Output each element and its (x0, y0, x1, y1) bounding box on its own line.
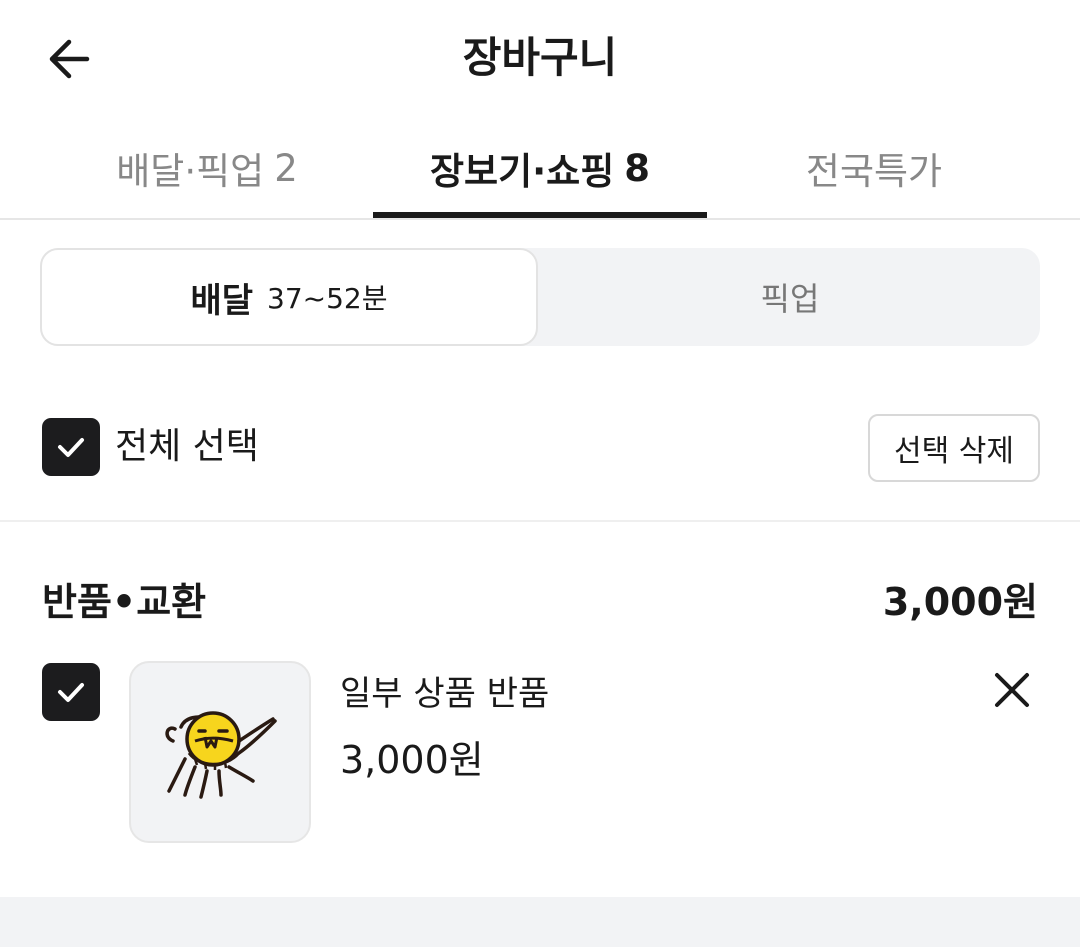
item-name: 일부 상품 반품 (340, 674, 550, 714)
delivery-mode-toggle: 배달 37~52분 픽업 (40, 248, 1040, 346)
remove-item-button[interactable] (986, 664, 1038, 716)
select-all-checkbox[interactable] (42, 418, 100, 476)
delivery-label: 배달 (190, 280, 254, 321)
close-icon (995, 673, 1029, 707)
delivery-eta: 37~52분 (267, 282, 388, 315)
app-header: 장바구니 (0, 0, 1080, 118)
tab-grocery-shopping[interactable]: 장보기·쇼핑 8 (373, 118, 707, 218)
pickup-label: 픽업 (760, 280, 820, 318)
tab-nationwide-deals[interactable]: 전국특가 (707, 118, 1041, 218)
page-title: 장바구니 (462, 33, 618, 82)
tab-label: 배달·픽업 (116, 150, 265, 193)
tab-delivery-pickup[interactable]: 배달·픽업 2 (40, 118, 374, 218)
item-checkbox[interactable] (42, 663, 100, 721)
coin-character-icon (165, 711, 277, 799)
bottom-spacer (0, 897, 1080, 947)
delete-selected-button[interactable]: 선택 삭제 (868, 414, 1040, 482)
select-all-row: 전체 선택 선택 삭제 (0, 390, 1080, 502)
tab-count: 2 (274, 146, 298, 190)
item-price: 3,000원 (340, 738, 484, 782)
category-tabs: 배달·픽업 2 장보기·쇼핑 8 전국특가 (0, 118, 1080, 220)
item-thumbnail[interactable] (129, 661, 311, 843)
tab-label: 전국특가 (805, 150, 943, 193)
pickup-option[interactable]: 픽업 (540, 248, 1040, 346)
section-total: 3,000원 (882, 580, 1038, 624)
active-tab-indicator (373, 212, 707, 218)
select-all-label: 전체 선택 (115, 426, 259, 467)
delivery-option[interactable]: 배달 37~52분 (40, 248, 538, 346)
checkmark-icon (58, 438, 84, 457)
tab-count: 8 (624, 146, 650, 190)
section-divider (0, 520, 1080, 522)
checkmark-icon (58, 683, 84, 702)
tab-label: 장보기·쇼핑 (429, 150, 615, 193)
section-title: 반품•교환 (42, 580, 207, 624)
